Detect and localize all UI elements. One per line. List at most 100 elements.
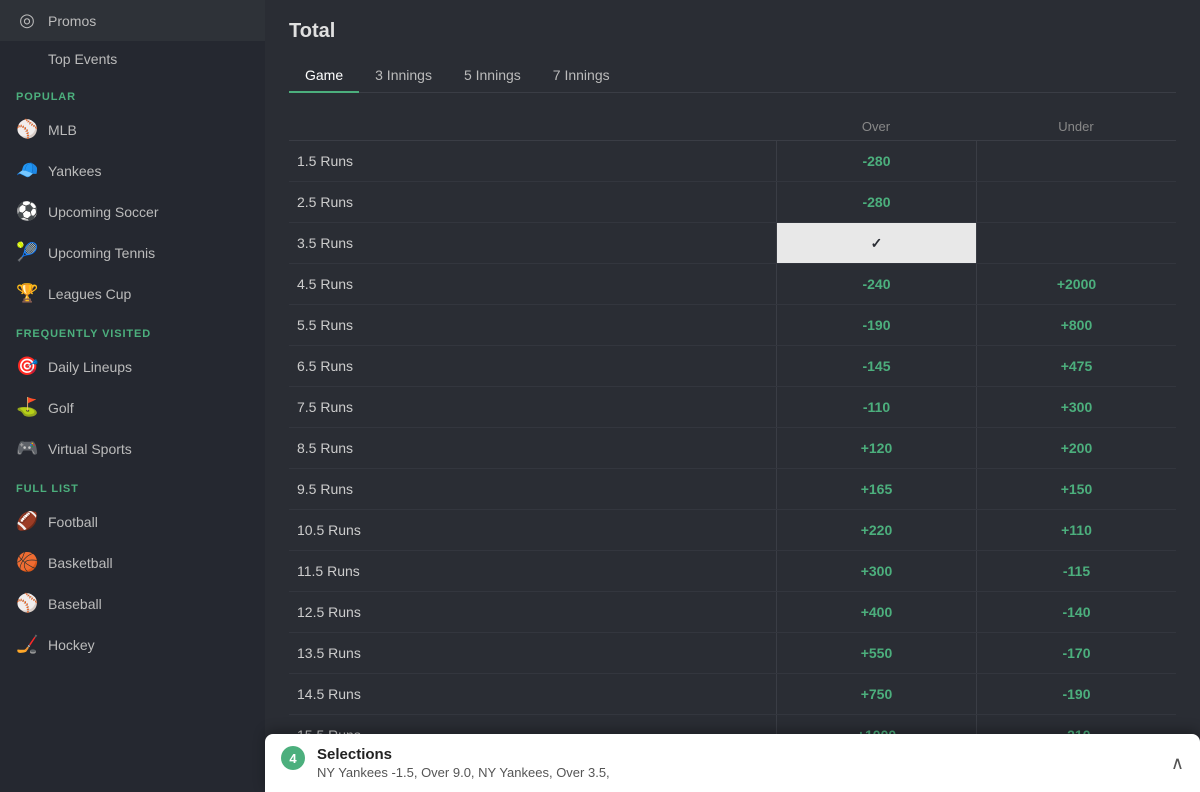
row-cell-over[interactable]: +220 [776, 510, 976, 550]
sidebar-item-label: Daily Lineups [48, 359, 132, 375]
page-title: Total [289, 20, 1176, 43]
sidebar-item-label: Upcoming Tennis [48, 245, 155, 261]
football-icon: 🏈 [16, 511, 38, 532]
row-cell-over[interactable]: ✓ [776, 223, 976, 263]
selections-left: 4 Selections NY Yankees -1.5, Over 9.0, … [281, 746, 610, 780]
sidebar-item-label: Virtual Sports [48, 441, 132, 457]
col-under-header: Under [976, 119, 1176, 134]
sidebar-item-label: MLB [48, 122, 77, 138]
row-cell-under[interactable] [976, 223, 1176, 263]
table-row: 8.5 Runs +120 +200 [289, 428, 1176, 469]
sidebar: ◎ Promos Top Events POPULAR ⚾ MLB 🧢 Yank… [0, 0, 265, 792]
row-cell-over[interactable]: +120 [776, 428, 976, 468]
basketball-icon: 🏀 [16, 552, 38, 573]
tabs-container: Game3 Innings5 Innings7 Innings [289, 59, 1176, 93]
row-cell-under[interactable]: -170 [976, 633, 1176, 673]
table-row: 10.5 Runs +220 +110 [289, 510, 1176, 551]
sidebar-item-baseball[interactable]: ⚾ Baseball [0, 583, 265, 624]
popular-section-label: POPULAR [0, 77, 265, 109]
row-label: 14.5 Runs [289, 674, 776, 714]
table-row: 5.5 Runs -190 +800 [289, 305, 1176, 346]
row-cell-under[interactable]: +110 [976, 510, 1176, 550]
sidebar-item-mlb[interactable]: ⚾ MLB [0, 109, 265, 150]
selections-text: Selections NY Yankees -1.5, Over 9.0, NY… [317, 746, 610, 780]
row-cell-over[interactable]: -145 [776, 346, 976, 386]
tab-5-innings[interactable]: 5 Innings [448, 59, 537, 93]
sidebar-item-upcoming-tennis[interactable]: 🎾 Upcoming Tennis [0, 232, 265, 273]
table-row: 2.5 Runs -280 [289, 182, 1176, 223]
row-cell-under[interactable]: +475 [976, 346, 1176, 386]
row-label: 8.5 Runs [289, 428, 776, 468]
row-cell-over[interactable]: +165 [776, 469, 976, 509]
mlb-icon: ⚾ [16, 119, 38, 140]
table-row: 9.5 Runs +165 +150 [289, 469, 1176, 510]
sidebar-item-virtual-sports[interactable]: 🎮 Virtual Sports [0, 428, 265, 469]
table-row: 3.5 Runs ✓ [289, 223, 1176, 264]
leagues-cup-icon: 🏆 [16, 283, 38, 304]
sidebar-item-label: Baseball [48, 596, 102, 612]
selections-title: Selections [317, 746, 610, 763]
full-list-section-label: FULL LIST [0, 469, 265, 501]
table-row: 6.5 Runs -145 +475 [289, 346, 1176, 387]
table-row: 4.5 Runs -240 +2000 [289, 264, 1176, 305]
row-cell-over[interactable]: -190 [776, 305, 976, 345]
row-cell-over[interactable]: +300 [776, 551, 976, 591]
sidebar-item-leagues-cup[interactable]: 🏆 Leagues Cup [0, 273, 265, 314]
frequently-section-label: FREQUENTLY VISITED [0, 314, 265, 346]
row-cell-under[interactable]: +800 [976, 305, 1176, 345]
sidebar-item-basketball[interactable]: 🏀 Basketball [0, 542, 265, 583]
row-cell-under[interactable]: +150 [976, 469, 1176, 509]
row-label: 3.5 Runs [289, 223, 776, 263]
row-cell-under[interactable]: +300 [976, 387, 1176, 427]
golf-icon: ⛳ [16, 397, 38, 418]
table-row: 1.5 Runs -280 [289, 141, 1176, 182]
promos-icon: ◎ [16, 10, 38, 31]
row-cell-under[interactable]: +2000 [976, 264, 1176, 304]
selections-chevron-icon[interactable]: ∧ [1171, 753, 1184, 774]
row-cell-over[interactable]: +400 [776, 592, 976, 632]
virtual-sports-icon: 🎮 [16, 438, 38, 459]
sidebar-item-football[interactable]: 🏈 Football [0, 501, 265, 542]
row-cell-under[interactable]: -190 [976, 674, 1176, 714]
sidebar-item-label: Hockey [48, 637, 95, 653]
selections-bar: 4 Selections NY Yankees -1.5, Over 9.0, … [265, 734, 1200, 792]
table-row: 14.5 Runs +750 -190 [289, 674, 1176, 715]
row-label: 11.5 Runs [289, 551, 776, 591]
main-content: Total Game3 Innings5 Innings7 Innings Ov… [265, 0, 1200, 792]
tab-7-innings[interactable]: 7 Innings [537, 59, 626, 93]
row-cell-over[interactable]: -240 [776, 264, 976, 304]
row-cell-under[interactable]: -115 [976, 551, 1176, 591]
sidebar-item-promos[interactable]: ◎ Promos [0, 0, 265, 41]
row-cell-over[interactable]: +750 [776, 674, 976, 714]
row-label: 9.5 Runs [289, 469, 776, 509]
col-over-header: Over [776, 119, 976, 134]
row-label: 12.5 Runs [289, 592, 776, 632]
sidebar-item-label: Golf [48, 400, 74, 416]
row-cell-over[interactable]: -110 [776, 387, 976, 427]
sidebar-item-golf[interactable]: ⛳ Golf [0, 387, 265, 428]
row-cell-under[interactable] [976, 182, 1176, 222]
sidebar-item-label: Basketball [48, 555, 113, 571]
upcoming-tennis-icon: 🎾 [16, 242, 38, 263]
sidebar-item-hockey[interactable]: 🏒 Hockey [0, 624, 265, 665]
row-label: 2.5 Runs [289, 182, 776, 222]
table-row: 12.5 Runs +400 -140 [289, 592, 1176, 633]
row-cell-under[interactable]: +200 [976, 428, 1176, 468]
row-label: 10.5 Runs [289, 510, 776, 550]
row-label: 4.5 Runs [289, 264, 776, 304]
sidebar-item-yankees[interactable]: 🧢 Yankees [0, 150, 265, 191]
row-cell-under[interactable] [976, 141, 1176, 181]
row-cell-over[interactable]: -280 [776, 141, 976, 181]
tab-3-innings[interactable]: 3 Innings [359, 59, 448, 93]
selections-subtitle: NY Yankees -1.5, Over 9.0, NY Yankees, O… [317, 765, 610, 780]
sidebar-item-top-events[interactable]: Top Events [0, 41, 265, 77]
tab-game[interactable]: Game [289, 59, 359, 93]
hockey-icon: 🏒 [16, 634, 38, 655]
row-cell-over[interactable]: -280 [776, 182, 976, 222]
row-cell-over[interactable]: +550 [776, 633, 976, 673]
sidebar-item-upcoming-soccer[interactable]: ⚽ Upcoming Soccer [0, 191, 265, 232]
sidebar-item-daily-lineups[interactable]: 🎯 Daily Lineups [0, 346, 265, 387]
row-cell-under[interactable]: -140 [976, 592, 1176, 632]
row-label: 13.5 Runs [289, 633, 776, 673]
row-label: 5.5 Runs [289, 305, 776, 345]
